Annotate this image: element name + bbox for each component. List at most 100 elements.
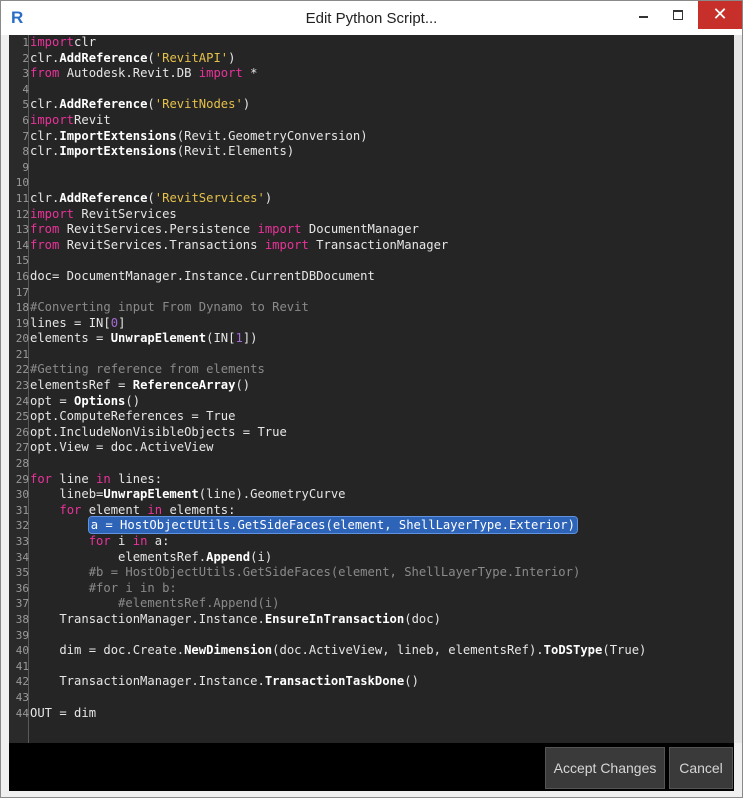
line-text[interactable]: lineb=UnwrapElement(line).GeometryCurve xyxy=(30,487,345,503)
line-text[interactable]: clr.AddReference('RevitAPI') xyxy=(30,51,235,67)
code-line[interactable]: 27 opt.View = doc.ActiveView xyxy=(9,440,734,456)
line-number: 10 xyxy=(15,176,29,190)
code-lines[interactable]: 1 importclr 2 clr.AddReference('RevitAPI') 3… xyxy=(9,35,734,721)
line-text[interactable]: importclr xyxy=(30,35,96,51)
code-line[interactable]: 8 clr.ImportExtensions(Revit.Elements) xyxy=(9,144,734,160)
code-keyword: in xyxy=(147,502,163,517)
code-line[interactable]: 19 lines = IN[0] xyxy=(9,316,734,332)
editor-scrollbar[interactable] xyxy=(734,35,742,743)
line-text[interactable]: from RevitServices.Persistence import Do… xyxy=(30,222,419,238)
line-number: 2 xyxy=(22,51,29,65)
line-text[interactable]: #elementsRef.Append(i) xyxy=(30,596,279,612)
line-text[interactable]: opt.ComputeReferences = True xyxy=(30,409,235,425)
code-line[interactable]: 30 lineb=UnwrapElement(line).GeometryCur… xyxy=(9,487,734,503)
line-text[interactable]: lines = IN[0] xyxy=(30,316,125,332)
accept-changes-button[interactable]: Accept Changes xyxy=(545,747,665,789)
code-editor[interactable]: 1 importclr 2 clr.AddReference('RevitAPI') 3… xyxy=(9,35,734,743)
title-bar[interactable]: R Edit Python Script... ✕ xyxy=(1,1,742,35)
line-text[interactable]: opt.IncludeNonVisibleObjects = True xyxy=(30,425,287,441)
code-line[interactable]: 11 clr.AddReference('RevitServices') xyxy=(9,191,734,207)
code-line[interactable]: 24 opt = Options() xyxy=(9,394,734,410)
line-text[interactable]: #b = HostObjectUtils.GetSideFaces(elemen… xyxy=(30,565,581,581)
code-line[interactable]: 10 xyxy=(9,175,734,191)
line-text[interactable]: #Getting reference from elements xyxy=(30,362,265,378)
code-text: elementsRef = xyxy=(30,378,133,393)
code-line[interactable]: 13 from RevitServices.Persistence import … xyxy=(9,222,734,238)
line-number: 38 xyxy=(15,612,29,626)
code-line[interactable]: 3 from Autodesk.Revit.DB import * xyxy=(9,66,734,82)
line-text[interactable]: #for i in b: xyxy=(30,581,177,597)
line-text[interactable]: clr.ImportExtensions(Revit.GeometryConve… xyxy=(30,129,368,145)
code-line[interactable]: 12 import RevitServices xyxy=(9,207,734,223)
code-line[interactable]: 32 a = HostObjectUtils.GetSideFaces(elem… xyxy=(9,516,734,535)
line-number: 20 xyxy=(15,332,29,346)
line-text[interactable]: clr.AddReference('RevitServices') xyxy=(30,191,272,207)
code-keyword: import xyxy=(30,35,75,49)
line-text[interactable]: elementsRef.Append(i) xyxy=(30,550,272,566)
code-line[interactable]: 42 TransactionManager.Instance.Transacti… xyxy=(9,674,734,690)
code-line[interactable]: 35 #b = HostObjectUtils.GetSideFaces(ele… xyxy=(9,565,734,581)
code-line[interactable]: 5 clr.AddReference('RevitNodes') xyxy=(9,97,734,113)
line-text[interactable]: from RevitServices.Transactions import T… xyxy=(30,238,448,254)
line-text[interactable]: from Autodesk.Revit.DB import * xyxy=(30,66,258,82)
code-line[interactable]: 14 from RevitServices.Transactions import… xyxy=(9,238,734,254)
line-text[interactable]: import RevitServices xyxy=(30,207,177,223)
line-text[interactable]: TransactionManager.Instance.TransactionT… xyxy=(30,674,419,690)
line-text[interactable]: a = HostObjectUtils.GetSideFaces(element… xyxy=(30,516,578,535)
code-line[interactable]: 34 elementsRef.Append(i) xyxy=(9,550,734,566)
code-line[interactable]: 33 for i in a: xyxy=(9,534,734,550)
code-line[interactable]: 2 clr.AddReference('RevitAPI') xyxy=(9,51,734,67)
code-line[interactable]: 22 #Getting reference from elements xyxy=(9,362,734,378)
line-text[interactable]: TransactionManager.Instance.EnsureInTran… xyxy=(30,612,441,628)
code-line[interactable]: 43 xyxy=(9,690,734,706)
code-line[interactable]: 37 #elementsRef.Append(i) xyxy=(9,596,734,612)
code-text: opt.IncludeNonVisibleObjects = True xyxy=(30,424,287,439)
maximize-button[interactable] xyxy=(661,1,695,29)
code-line[interactable]: 40 dim = doc.Create.NewDimension(doc.Act… xyxy=(9,643,734,659)
code-text: ) xyxy=(242,97,251,112)
line-text[interactable]: elements = UnwrapElement(IN[1]) xyxy=(30,331,258,347)
code-text: opt = xyxy=(30,393,75,408)
code-line[interactable]: 20 elements = UnwrapElement(IN[1]) xyxy=(9,331,734,347)
code-line[interactable]: 36 #for i in b: xyxy=(9,581,734,597)
code-line[interactable]: 18 #Converting input From Dynamo to Revit xyxy=(9,300,734,316)
line-text[interactable]: doc= DocumentManager.Instance.CurrentDBD… xyxy=(30,269,375,285)
code-line[interactable]: 1 importclr xyxy=(9,35,734,51)
code-line[interactable]: 21 xyxy=(9,347,734,363)
code-line[interactable]: 23 elementsRef = ReferenceArray() xyxy=(9,378,734,394)
close-button[interactable]: ✕ xyxy=(698,1,742,29)
line-number: 26 xyxy=(15,425,29,439)
line-text[interactable]: for line in lines: xyxy=(30,472,162,488)
code-number: 0 xyxy=(110,315,119,330)
line-text[interactable]: opt = Options() xyxy=(30,394,140,410)
line-text[interactable]: #Converting input From Dynamo to Revit xyxy=(30,300,309,316)
code-line[interactable]: 28 xyxy=(9,456,734,472)
line-number: 12 xyxy=(15,207,29,221)
code-text: clr. xyxy=(30,97,60,112)
code-line[interactable]: 4 xyxy=(9,82,734,98)
minimize-button[interactable] xyxy=(629,1,657,29)
line-text[interactable]: dim = doc.Create.NewDimension(doc.Active… xyxy=(30,643,646,659)
code-line[interactable]: 25 opt.ComputeReferences = True xyxy=(9,409,734,425)
code-line[interactable]: 41 xyxy=(9,659,734,675)
code-line[interactable]: 7 clr.ImportExtensions(Revit.GeometryConv… xyxy=(9,129,734,145)
code-line[interactable]: 6 importRevit xyxy=(9,113,734,129)
code-text: (True) xyxy=(602,643,647,658)
code-line[interactable]: 16 doc= DocumentManager.Instance.CurrentD… xyxy=(9,269,734,285)
line-text[interactable]: clr.AddReference('RevitNodes') xyxy=(30,97,250,113)
line-text[interactable]: importRevit xyxy=(30,113,111,129)
code-line[interactable]: 29 for line in lines: xyxy=(9,472,734,488)
code-line[interactable]: 17 xyxy=(9,285,734,301)
code-line[interactable]: 15 xyxy=(9,253,734,269)
line-text[interactable]: for i in a: xyxy=(30,534,170,550)
code-line[interactable]: 38 TransactionManager.Instance.EnsureInT… xyxy=(9,612,734,628)
line-text[interactable]: elementsRef = ReferenceArray() xyxy=(30,378,250,394)
code-line[interactable]: 9 xyxy=(9,160,734,176)
code-line[interactable]: 44 OUT = dim xyxy=(9,706,734,722)
line-text[interactable]: opt.View = doc.ActiveView xyxy=(30,440,213,456)
code-line[interactable]: 39 xyxy=(9,628,734,644)
cancel-button[interactable]: Cancel xyxy=(669,747,733,789)
line-text[interactable]: clr.ImportExtensions(Revit.Elements) xyxy=(30,144,294,160)
line-text[interactable]: OUT = dim xyxy=(30,706,96,722)
code-line[interactable]: 26 opt.IncludeNonVisibleObjects = True xyxy=(9,425,734,441)
